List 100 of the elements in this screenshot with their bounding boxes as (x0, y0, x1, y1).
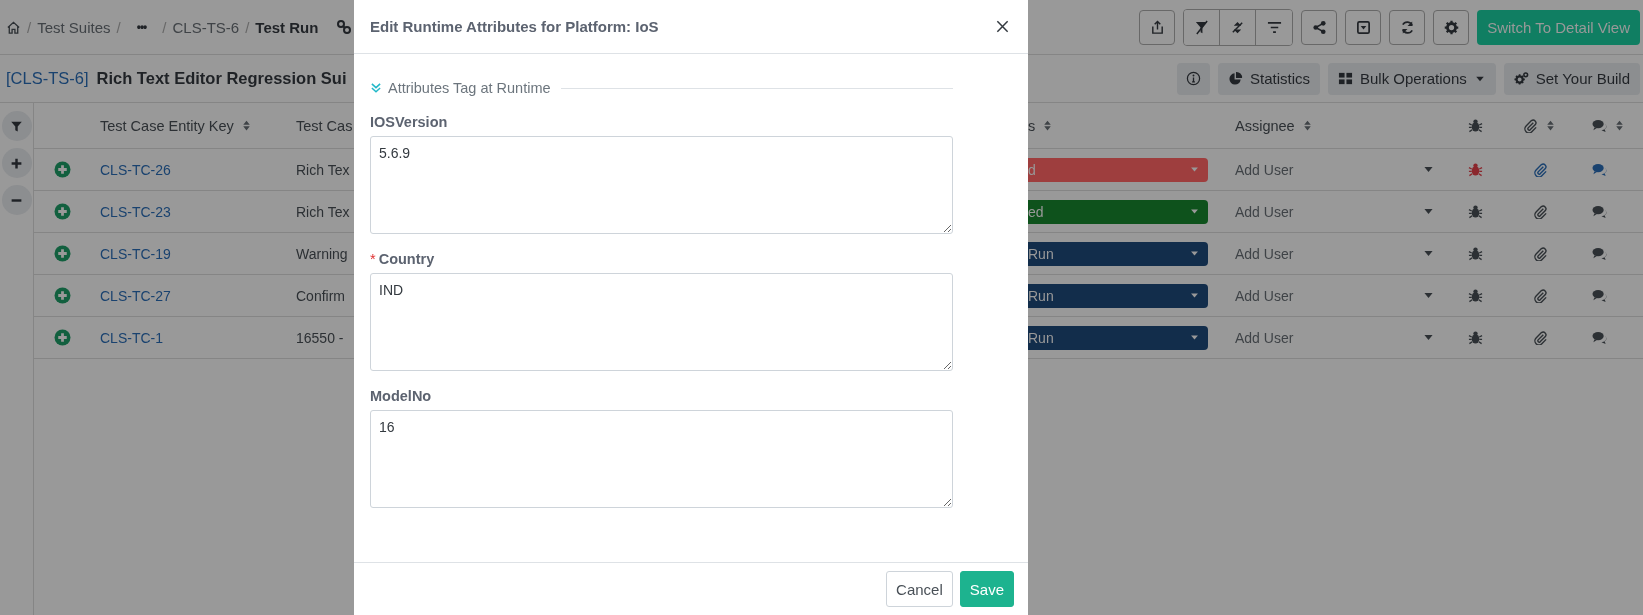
column-header[interactable]: s (1028, 117, 1036, 134)
sort-icon[interactable] (1544, 119, 1557, 132)
refresh-button[interactable] (1389, 9, 1426, 45)
paperclip-icon[interactable] (1532, 246, 1548, 261)
modal-title: Edit Runtime Attributes for Platform: IoS (370, 18, 659, 35)
breadcrumb-link[interactable]: Test Suites (37, 18, 111, 36)
refresh-icon (1399, 19, 1415, 35)
add-circle-icon[interactable] (53, 245, 71, 262)
expand-button[interactable] (1, 148, 32, 178)
status-dropdown[interactable]: ed (1028, 199, 1208, 224)
add-circle-icon[interactable] (53, 161, 71, 178)
bug-icon (1467, 118, 1483, 133)
field-label: Country (378, 251, 435, 267)
chevron-double-down-icon (370, 82, 382, 94)
assignee-dropdown[interactable]: Add User (1215, 161, 1435, 178)
plus-icon (10, 156, 23, 170)
comments-icon (1592, 118, 1607, 133)
test-case-link[interactable]: CLS-TC-27 (100, 287, 171, 304)
comments-icon[interactable] (1592, 204, 1607, 219)
dropdown-button[interactable] (1345, 9, 1382, 45)
filter-button[interactable] (1, 111, 32, 141)
sort-icon[interactable] (1613, 119, 1626, 132)
caret-icon (1189, 290, 1200, 301)
text-area[interactable]: 5.6.9 (370, 136, 953, 234)
column-header[interactable]: Test Case Entity Key (100, 117, 234, 134)
add-circle-icon[interactable] (53, 329, 71, 346)
breadcrumb-separator: / (116, 18, 121, 36)
section-title[interactable]: Attributes Tag at Runtime (388, 80, 551, 96)
test-case-link[interactable]: CLS-TC-26 (100, 161, 171, 178)
table-cell: 16550 - (296, 329, 344, 346)
info-icon (1186, 71, 1201, 86)
share-button[interactable] (1301, 9, 1338, 45)
paperclip-icon[interactable] (1532, 204, 1548, 219)
assignee-dropdown[interactable]: Add User (1215, 203, 1435, 220)
statistics-button[interactable]: Statistics (1218, 62, 1320, 95)
breadcrumb-link[interactable]: CLS-TS-6 (172, 18, 240, 36)
suite-title: Rich Text Editor Regression Sui (96, 69, 347, 88)
comments-icon[interactable] (1592, 246, 1607, 261)
save-button[interactable]: Save (959, 571, 1014, 607)
pie-chart-icon (1228, 71, 1243, 86)
text-area[interactable]: 16 (370, 410, 953, 508)
breadcrumb-separator: / (27, 18, 32, 36)
filter-icon (10, 119, 23, 133)
comments-icon[interactable] (1592, 162, 1607, 177)
assignee-dropdown[interactable]: Add User (1215, 329, 1435, 346)
breadcrumb-separator: / (245, 18, 250, 36)
test-case-link[interactable]: CLS-TC-19 (100, 245, 171, 262)
collapse-button[interactable] (1, 185, 32, 215)
assignee-dropdown[interactable]: Add User (1215, 287, 1435, 304)
share-icon (1311, 19, 1327, 35)
comments-icon[interactable] (1592, 330, 1607, 345)
comments-icon[interactable] (1592, 288, 1607, 303)
export-button[interactable] (1139, 9, 1176, 45)
grid-icon (1338, 71, 1353, 86)
status-dropdown[interactable]: Run (1028, 325, 1208, 350)
bug-icon[interactable] (1467, 162, 1483, 177)
bug-icon[interactable] (1467, 288, 1483, 303)
breadcrumb-current: Test Run (255, 18, 319, 36)
upload-icon (1149, 19, 1165, 35)
bug-icon[interactable] (1467, 330, 1483, 345)
add-circle-icon[interactable] (53, 287, 71, 304)
breadcrumb-separator: / (162, 18, 167, 36)
settings-button[interactable] (1433, 9, 1470, 45)
field-label: IOSVersion (370, 114, 448, 130)
caret-icon (1189, 206, 1200, 217)
assignee-dropdown[interactable]: Add User (1215, 245, 1435, 262)
status-dropdown[interactable]: Run (1028, 283, 1208, 308)
gears-icon (1513, 71, 1529, 86)
bug-icon[interactable] (1467, 246, 1483, 261)
text-area[interactable]: IND (370, 273, 953, 371)
suite-key: [CLS-TS-6] (6, 69, 89, 88)
caret-icon (1189, 332, 1200, 343)
field-label: ModelNo (370, 388, 432, 404)
sort-slash-icon (1230, 19, 1246, 35)
bulk-operations-button[interactable]: Bulk Operations (1328, 62, 1496, 95)
paperclip-icon[interactable] (1532, 330, 1548, 345)
test-case-link[interactable]: CLS-TC-1 (100, 329, 163, 346)
paperclip-icon[interactable] (1532, 288, 1548, 303)
caret-icon (1189, 248, 1200, 259)
breadcrumb-ellipsis[interactable]: ••• (136, 20, 147, 34)
clear-filter-button[interactable] (1184, 9, 1221, 45)
paperclip-icon (1523, 118, 1538, 133)
close-icon (995, 19, 1010, 34)
set-build-button[interactable]: Set Your Build (1503, 62, 1640, 95)
filter-lines-icon (1266, 19, 1282, 35)
link-icon[interactable] (336, 19, 353, 35)
filter-slash-icon (1194, 19, 1210, 35)
add-circle-icon[interactable] (53, 203, 71, 220)
dropdown-square-icon (1355, 19, 1371, 35)
cancel-button[interactable]: Cancel (886, 571, 953, 607)
info-button[interactable] (1177, 62, 1210, 95)
column-header[interactable]: Assignee (1235, 117, 1295, 134)
home-icon[interactable] (6, 19, 21, 35)
status-dropdown[interactable]: Run (1028, 241, 1208, 266)
caret-icon (1189, 164, 1200, 175)
table-cell: Confirm (296, 287, 345, 304)
test-case-link[interactable]: CLS-TC-23 (100, 203, 171, 220)
bug-icon[interactable] (1467, 204, 1483, 219)
paperclip-icon[interactable] (1532, 162, 1548, 177)
column-header[interactable]: Test Cas (296, 117, 353, 134)
